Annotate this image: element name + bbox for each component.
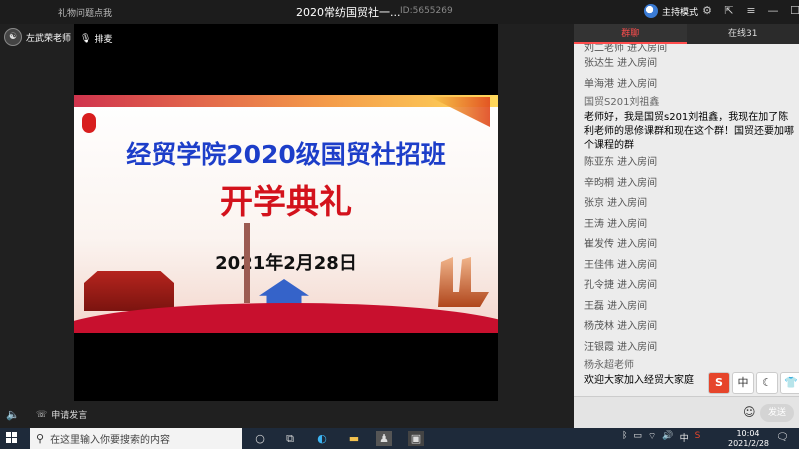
lantern-decoration xyxy=(82,113,96,133)
list-item: 王涛 进入房间 xyxy=(584,218,648,230)
slide-top-ribbon xyxy=(74,95,498,107)
system-tray: ᛒ ▭ ⌔ 🔊 中 S xyxy=(622,431,700,444)
moon-icon[interactable]: ☾ xyxy=(756,372,778,394)
host-mode-label: 主持模式 xyxy=(662,7,699,18)
list-item: 杨茂林 进入房间 xyxy=(584,321,658,332)
input-language[interactable]: 中 xyxy=(680,431,689,444)
ime-lang-toggle[interactable]: 中 xyxy=(732,372,754,394)
windows-start-icon[interactable] xyxy=(6,432,18,444)
message-list: 刘二老师 进入房间 张达生 进入房间 单海港 进入房间 国贸S201刘祖鑫 老师… xyxy=(584,44,794,404)
clock-date: 2021/2/28 xyxy=(728,439,770,448)
host-avatar-icon xyxy=(644,4,658,18)
skin-icon[interactable]: 👕 xyxy=(780,372,799,394)
list-item: 王磊 进入房间 xyxy=(584,300,648,312)
presentation-app-icon[interactable]: ▣ xyxy=(408,431,424,446)
list-item: 崔发传 进入房间 xyxy=(584,239,658,250)
ime-toolbar: S 中 ☾ 👕 xyxy=(708,372,799,394)
settings-icon[interactable]: ⚙ xyxy=(700,4,714,18)
maximize-icon[interactable]: ☐ xyxy=(788,4,799,18)
task-view-icon[interactable]: ○ xyxy=(252,431,268,446)
teacher-name: 左武荣老师 xyxy=(26,33,72,44)
list-item: 辛昀桐 进入房间 xyxy=(584,177,658,189)
taskbar: ⚲ 在这里输入你要搜索的内容 ○ ⧉ ◐ ▬ ♟ ▣ ᛒ ▭ ⌔ 🔊 中 S 1… xyxy=(0,428,799,449)
apply-speak-label: 申请发言 xyxy=(51,411,88,421)
message-body: 老师好，我是国贸s201刘祖鑫，我现在加了陈利老师的思修课群和现在这个群！国贸还… xyxy=(584,112,794,151)
file-explorer-icon[interactable]: ▬ xyxy=(346,431,362,446)
live-app-icon[interactable]: ♟ xyxy=(376,431,392,446)
window-title: 2020常纺国贸社一... xyxy=(296,6,401,19)
speaker-icon[interactable]: 🔈 xyxy=(6,408,20,421)
apply-speak-button[interactable]: ☏ 申请发言 xyxy=(36,408,88,422)
tab-online[interactable]: 在线31 xyxy=(687,24,799,44)
host-mode-toggle[interactable]: 主持模式 xyxy=(644,4,698,18)
send-button[interactable]: 发送 xyxy=(760,404,794,422)
network-icon[interactable]: ⌔ xyxy=(648,431,656,444)
list-item: 孔令捷 进入房间 xyxy=(584,280,658,291)
slide-subtitle: 开学典礼 xyxy=(220,182,352,221)
list-item: 王佳伟 进入房间 xyxy=(584,259,658,271)
taskbar-clock[interactable]: 10:04 2021/2/28 xyxy=(728,429,770,449)
notification-icon[interactable]: 🗨 xyxy=(776,432,789,443)
gate-decoration xyxy=(84,271,174,311)
chat-input[interactable] xyxy=(580,403,730,423)
search-placeholder: 在这里输入你要搜索的内容 xyxy=(50,435,171,446)
tab-group-chat[interactable]: 群聊 xyxy=(574,24,687,44)
list-item: 单海港 进入房间 xyxy=(584,78,658,90)
tray-overflow-icon[interactable]: ▭ xyxy=(633,431,642,444)
window-controls: ⚙ ⇱ ≡ — ☐ ✕ xyxy=(700,4,799,18)
chat-tabs: 群聊 在线31 xyxy=(574,24,799,44)
list-item: 张京 进入房间 xyxy=(584,198,648,209)
slide: 经贸学院2020级国贸社招班 开学典礼 2021年2月28日 xyxy=(74,95,498,333)
tower-decoration xyxy=(244,223,250,303)
list-item: 陈亚东 进入房间 xyxy=(584,157,658,168)
phone-icon: ☏ xyxy=(36,409,48,420)
taskbar-search[interactable]: ⚲ 在这里输入你要搜索的内容 xyxy=(30,428,242,449)
slide-fan-decoration xyxy=(430,97,490,127)
sogou-tray-icon[interactable]: S xyxy=(695,431,701,444)
chat-input-area: ☺ 发送 xyxy=(574,396,799,428)
list-item: 刘二老师 进入房间 xyxy=(584,44,668,54)
share-icon[interactable]: ⇱ xyxy=(722,4,736,18)
edge-browser-icon[interactable]: ◐ xyxy=(314,431,330,446)
clock-time: 10:04 xyxy=(736,429,760,438)
teacher-item[interactable]: ☯ 左武荣老师 xyxy=(4,28,71,46)
mic-queue-label: 排麦 xyxy=(94,35,113,45)
teacher-avatar: ☯ xyxy=(4,28,22,46)
sogou-logo-icon[interactable]: S xyxy=(708,372,730,394)
mic-queue-button[interactable]: 🎙 排麦 xyxy=(80,32,113,46)
slide-title: 经贸学院2020级国贸社招班 xyxy=(126,140,446,169)
search-icon: ⚲ xyxy=(36,432,45,445)
chat-panel: 群聊 在线31 刘二老师 进入房间 张达生 进入房间 单海港 进入房间 国贸S2… xyxy=(574,24,799,428)
message-sender: 国贸S201刘祖鑫 xyxy=(584,97,660,108)
menu-icon[interactable]: ≡ xyxy=(744,4,758,18)
room-id: ID:5655269 xyxy=(400,6,453,16)
gift-help-link[interactable]: 礼物问题点我 xyxy=(58,6,112,19)
emoji-icon[interactable]: ☺ xyxy=(743,405,756,419)
bluetooth-icon[interactable]: ᛒ xyxy=(622,431,627,444)
volume-icon[interactable]: 🔊 xyxy=(662,431,673,444)
minimize-icon[interactable]: — xyxy=(766,4,780,18)
list-item: 汪银霞 进入房间 xyxy=(584,341,658,353)
microphone-icon: 🎙 xyxy=(80,33,92,44)
task-switch-icon[interactable]: ⧉ xyxy=(282,431,298,446)
list-item: 张达生 进入房间 xyxy=(584,58,658,69)
title-bar: 礼物问题点我 2020常纺国贸社一... ID:5655269 主持模式 ⚙ ⇱… xyxy=(0,0,799,24)
